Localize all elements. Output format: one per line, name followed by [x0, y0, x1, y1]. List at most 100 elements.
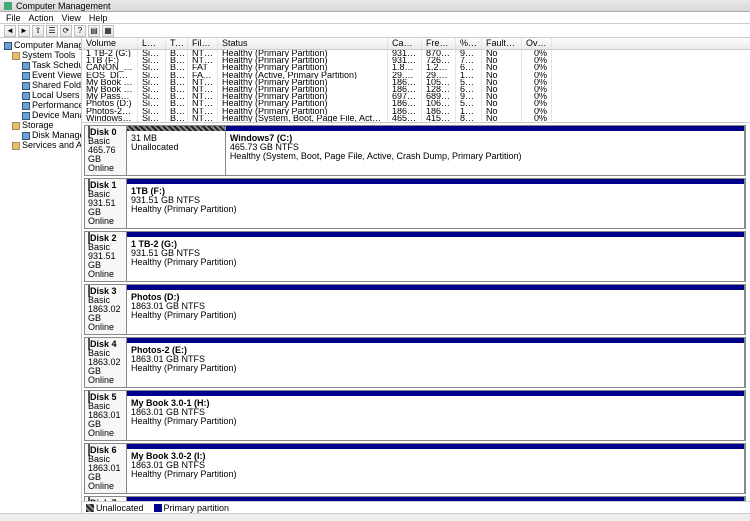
col-volume[interactable]: Volume [82, 38, 138, 49]
forward-button[interactable]: ► [18, 25, 30, 37]
folder-icon [12, 142, 20, 150]
legend-unallocated-label: Unallocated [96, 503, 144, 513]
partition-stripe [127, 338, 744, 343]
partition[interactable]: Photos (D:)1863.01 GB NTFSHealthy (Prima… [127, 285, 745, 334]
tree-group[interactable]: Services and Applications [2, 140, 79, 150]
disk-row[interactable]: Disk 1Basic931.51 GBOnline1TB (F:)931.51… [84, 178, 746, 229]
disk-row[interactable]: Disk 5Basic1863.01 GBOnlineMy Book 3.0-1… [84, 390, 746, 441]
disk-info[interactable]: Disk 1Basic931.51 GBOnline [85, 179, 127, 228]
tree-item[interactable]: Shared Folders [2, 80, 79, 90]
volume-row[interactable]: Windows7 (C:)SimpleBasicNTFSHealthy (Sys… [82, 115, 750, 122]
tool-icon [22, 92, 30, 100]
menu-view[interactable]: View [62, 13, 81, 22]
partition[interactable]: 1 TB-2 (G:)931.51 GB NTFSHealthy (Primar… [127, 232, 745, 281]
volume-row[interactable]: My Book 3.0-1 (H:)SimpleBasicNTFSHealthy… [82, 79, 750, 86]
volume-list: Volume Layout Type File System Status Ca… [82, 38, 750, 123]
legend: Unallocated Primary partition [82, 501, 750, 513]
disk-row[interactable]: Disk 0Basic465.76 GBOnline31 MBUnallocat… [84, 125, 746, 176]
tree-group[interactable]: Storage [2, 120, 79, 130]
col-capacity[interactable]: Capacity [388, 38, 422, 49]
tool-icon [22, 132, 30, 140]
folder-icon [12, 122, 20, 130]
view-list-button[interactable]: ▤ [88, 25, 100, 37]
window-title: Computer Management [16, 1, 111, 11]
disk-row[interactable]: Disk 4Basic1863.02 GBOnlinePhotos-2 (E:)… [84, 337, 746, 388]
disk-info[interactable]: Disk 4Basic1863.02 GBOnline [85, 338, 127, 387]
nav-tree[interactable]: Computer Management (Local System ToolsT… [0, 38, 82, 513]
col-freespace[interactable]: Free Space [422, 38, 456, 49]
partition-stripe [127, 179, 744, 184]
partition[interactable]: My Book 3.0-2 (I:)1863.01 GB NTFSHealthy… [127, 444, 745, 493]
col-filesystem[interactable]: File System [188, 38, 218, 49]
menu-bar: File Action View Help [0, 12, 750, 24]
partition[interactable]: 31 MBUnallocated [127, 126, 226, 175]
tree-item[interactable]: Local Users and Groups [2, 90, 79, 100]
disk-layout-pane[interactable]: Disk 0Basic465.76 GBOnline31 MBUnallocat… [82, 123, 750, 501]
partition[interactable]: Windows7 (C:)465.73 GB NTFSHealthy (Syst… [226, 126, 745, 175]
col-pctfree[interactable]: % Free [456, 38, 482, 49]
app-icon [4, 2, 12, 10]
volume-row[interactable]: 1TB (F:)SimpleBasicNTFSHealthy (Primary … [82, 57, 750, 64]
partition-stripe [127, 232, 744, 237]
view-detail-button[interactable]: ▦ [102, 25, 114, 37]
menu-help[interactable]: Help [89, 13, 108, 22]
tree-item[interactable]: Device Manager [2, 110, 79, 120]
partition[interactable]: EOS_DIGITAL (K:)29.82 GB FAT32Healthy (A… [127, 497, 745, 501]
refresh-button[interactable]: ⟳ [60, 25, 72, 37]
legend-primary-icon [154, 504, 162, 512]
tree-item[interactable]: Disk Management [2, 130, 79, 140]
tool-icon [22, 82, 30, 90]
volume-row[interactable]: Photos-2 (E:)SimpleBasicNTFSHealthy (Pri… [82, 108, 750, 115]
back-button[interactable]: ◄ [4, 25, 16, 37]
disk-row[interactable]: Disk 2Basic931.51 GBOnline1 TB-2 (G:)931… [84, 231, 746, 282]
up-button[interactable]: ⇧ [32, 25, 44, 37]
menu-file[interactable]: File [6, 13, 21, 22]
tool-icon [22, 72, 30, 80]
partition-stripe [127, 126, 225, 131]
computer-icon [4, 42, 12, 50]
partition-stripe [226, 126, 744, 131]
disk-info[interactable]: Disk 3Basic1863.02 GBOnline [85, 285, 127, 334]
tool-icon [22, 62, 30, 70]
legend-unallocated-icon [86, 504, 94, 512]
volume-row[interactable]: 1 TB-2 (G:)SimpleBasicNTFSHealthy (Prima… [82, 50, 750, 57]
help-button[interactable]: ? [74, 25, 86, 37]
volume-row[interactable]: EOS_DIGITAL (K:)SimpleBasicFAT32Healthy … [82, 72, 750, 79]
tree-item[interactable]: Task Scheduler [2, 60, 79, 70]
tree-item[interactable]: Event Viewer [2, 70, 79, 80]
disk-row[interactable]: Disk 7Removable29.82 GBOnlineEOS_DIGITAL… [84, 496, 746, 501]
disk-row[interactable]: Disk 6Basic1863.01 GBOnlineMy Book 3.0-2… [84, 443, 746, 494]
partition-stripe [127, 444, 744, 449]
col-type[interactable]: Type [166, 38, 188, 49]
tree-group[interactable]: System Tools [2, 50, 79, 60]
partition[interactable]: Photos-2 (E:)1863.01 GB NTFSHealthy (Pri… [127, 338, 745, 387]
toolbar: ◄ ► ⇧ ☰ ⟳ ? ▤ ▦ [0, 24, 750, 38]
col-overhead[interactable]: Overhead [522, 38, 552, 49]
tool-icon [22, 112, 30, 120]
partition-stripe [127, 391, 744, 396]
tree-item[interactable]: Performance [2, 100, 79, 110]
disk-info[interactable]: Disk 2Basic931.51 GBOnline [85, 232, 127, 281]
tree-root[interactable]: Computer Management (Local [2, 40, 79, 50]
partition-stripe [127, 497, 744, 501]
disk-info[interactable]: Disk 5Basic1863.01 GBOnline [85, 391, 127, 440]
volume-row[interactable]: My Book 3.0-2 (I:)SimpleBasicNTFSHealthy… [82, 86, 750, 93]
col-layout[interactable]: Layout [138, 38, 166, 49]
volume-row[interactable]: My Passport (M:)SimpleBasicNTFSHealthy (… [82, 93, 750, 100]
legend-primary-label: Primary partition [164, 503, 230, 513]
horizontal-scrollbar[interactable] [0, 513, 750, 521]
partition-stripe [127, 285, 744, 290]
tool-icon [22, 102, 30, 110]
properties-button[interactable]: ☰ [46, 25, 58, 37]
volume-row[interactable]: Photos (D:)SimpleBasicNTFSHealthy (Prima… [82, 100, 750, 107]
menu-action[interactable]: Action [29, 13, 54, 22]
disk-info[interactable]: Disk 0Basic465.76 GBOnline [85, 126, 127, 175]
volume-header[interactable]: Volume Layout Type File System Status Ca… [82, 38, 750, 50]
volume-row[interactable]: CANON_DC (L:)SimpleBasicFATHealthy (Prim… [82, 64, 750, 71]
partition[interactable]: 1TB (F:)931.51 GB NTFSHealthy (Primary P… [127, 179, 745, 228]
disk-row[interactable]: Disk 3Basic1863.02 GBOnlinePhotos (D:)18… [84, 284, 746, 335]
partition[interactable]: My Book 3.0-1 (H:)1863.01 GB NTFSHealthy… [127, 391, 745, 440]
col-status[interactable]: Status [218, 38, 388, 49]
disk-info[interactable]: Disk 6Basic1863.01 GBOnline [85, 444, 127, 493]
col-fault[interactable]: Fault Tolerance [482, 38, 522, 49]
